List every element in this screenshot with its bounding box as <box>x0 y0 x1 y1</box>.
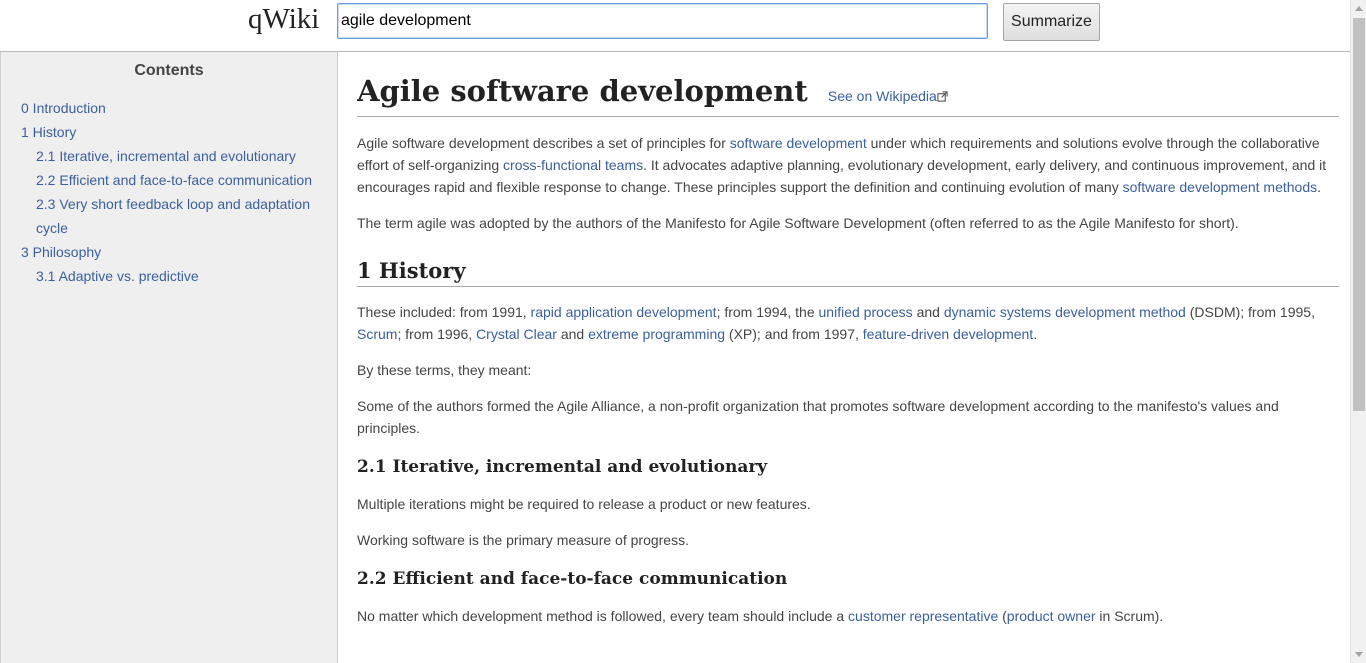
toc-list: 0 Introduction 1 History 2.1 Iterative, in… <box>1 96 337 288</box>
history-heading: 1 History <box>357 256 1339 287</box>
search-input[interactable] <box>337 3 988 39</box>
toc-item: 3.1 Adaptive vs. predictive <box>21 264 321 288</box>
article-link[interactable]: Crystal Clear <box>476 326 557 342</box>
article-content: Agile software development See on Wikipe… <box>357 52 1339 663</box>
intro-paragraph-1: Agile software development describes a s… <box>357 135 1327 195</box>
intro-paragraph-2: The term agile was adopted by the author… <box>357 215 1239 231</box>
toc-link[interactable]: 3.1 Adaptive vs. predictive <box>36 268 199 284</box>
article-link[interactable]: feature-driven development <box>863 326 1033 342</box>
history-paragraph-2: By these terms, they meant: <box>357 362 532 378</box>
see-on-wikipedia-label: See on Wikipedia <box>827 88 937 104</box>
site-logo[interactable]: qWiki <box>248 3 319 36</box>
toc-item: 2.1 Iterative, incremental and evolution… <box>21 144 321 168</box>
article-link[interactable]: software development methods <box>1123 179 1318 195</box>
page-scrollbar[interactable] <box>1350 0 1366 663</box>
history-paragraph-3: Some of the authors formed the Agile All… <box>357 398 1279 436</box>
history-paragraph-1: These included: from 1991, rapid applica… <box>357 304 1315 342</box>
section-2-2-paragraph-1: No matter which development method is fo… <box>357 608 1164 624</box>
toc-link[interactable]: 2.3 Very short feedback loop and adaptat… <box>36 196 310 236</box>
section-2-2-heading: 2.2 Efficient and face-to-face communica… <box>357 569 788 589</box>
see-on-wikipedia-link[interactable]: See on Wikipedia <box>828 88 948 104</box>
toc-item: 2.2 Efficient and face-to-face communica… <box>21 168 321 192</box>
toc-link[interactable]: 1 History <box>21 124 76 140</box>
section-2-1-paragraph-1: Multiple iterations might be required to… <box>357 496 811 512</box>
toc-item: 2.3 Very short feedback loop and adaptat… <box>21 192 321 240</box>
scrollbar-thumb[interactable] <box>1353 18 1365 411</box>
toc-title: Contents <box>134 62 204 79</box>
article-link[interactable]: customer representative <box>848 608 998 624</box>
toc-item: 3 Philosophy <box>21 240 321 264</box>
section-2-1-heading: 2.1 Iterative, incremental and evolution… <box>357 457 768 477</box>
article-link[interactable]: software development <box>730 135 867 151</box>
summarize-button[interactable]: Summarize <box>1003 3 1100 41</box>
toc-item: 1 History <box>21 120 321 144</box>
article-link[interactable]: Scrum <box>357 326 397 342</box>
toc-link[interactable]: 2.1 Iterative, incremental and evolution… <box>36 148 296 164</box>
article-link[interactable]: dynamic systems development method <box>944 304 1186 320</box>
article-link[interactable]: extreme programming <box>588 326 725 342</box>
article-title-text: Agile software development <box>357 74 808 108</box>
article-link[interactable]: cross-functional teams <box>503 157 643 173</box>
toc-sidebar: Contents 0 Introduction 1 History 2.1 Iter… <box>0 52 338 663</box>
article-link[interactable]: rapid application development <box>531 304 717 320</box>
scroll-up-arrow-icon[interactable] <box>1355 6 1363 11</box>
article-link[interactable]: product owner <box>1007 608 1096 624</box>
toc-link[interactable]: 3 Philosophy <box>21 244 101 260</box>
article-title: Agile software development See on Wikipe… <box>357 72 1339 117</box>
toc-link[interactable]: 0 Introduction <box>21 100 106 116</box>
toc-item: 0 Introduction <box>21 96 321 120</box>
external-link-icon <box>937 91 948 102</box>
toc-link[interactable]: 2.2 Efficient and face-to-face communica… <box>36 172 312 188</box>
section-2-1-paragraph-2: Working software is the primary measure … <box>357 532 689 548</box>
article-link[interactable]: unified process <box>819 304 913 320</box>
scroll-down-arrow-icon[interactable] <box>1355 652 1363 657</box>
top-bar: qWiki Summarize <box>0 0 1350 52</box>
